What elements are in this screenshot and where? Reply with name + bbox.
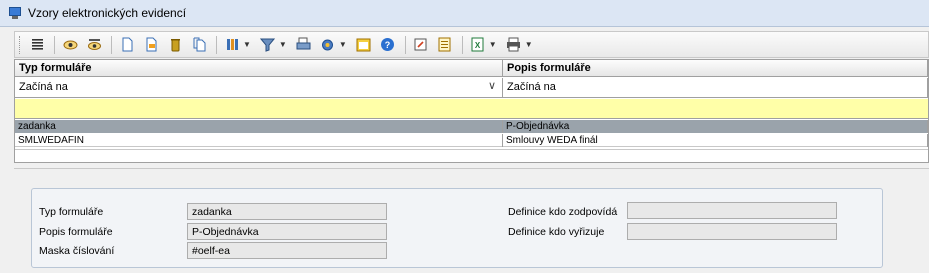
- toolbar-separator: [404, 35, 406, 54]
- chevron-down-icon[interactable]: ∨: [488, 79, 496, 92]
- grid-divider: [15, 149, 928, 150]
- detail-panel: Typ formuláře zadanka Popis formuláře P-…: [14, 168, 929, 273]
- export-excel-button[interactable]: X: [467, 34, 489, 56]
- list-view-button[interactable]: [26, 34, 48, 56]
- svg-text:?: ?: [385, 40, 391, 50]
- responds-field[interactable]: [627, 202, 837, 219]
- chevron-down-icon[interactable]: ▼: [243, 40, 251, 49]
- toolbar-separator: [461, 35, 463, 54]
- filter-description-label: Začíná na: [507, 81, 556, 93]
- edit-icon: [414, 38, 427, 51]
- window-title-bar: Vzory elektronických evidencí: [0, 0, 929, 27]
- responds-label: Definice kdo zodpovídá: [508, 206, 618, 218]
- eye-icon: [63, 40, 77, 50]
- chevron-down-icon[interactable]: ▼: [489, 40, 497, 49]
- new-document-icon: [122, 37, 132, 52]
- chevron-down-icon[interactable]: ▼: [525, 40, 533, 49]
- print-preview-icon: [296, 37, 311, 50]
- chevron-down-icon[interactable]: ▼: [279, 40, 287, 49]
- edit-button[interactable]: [410, 34, 432, 56]
- copy-record-button[interactable]: [188, 34, 210, 56]
- settings-icon: [322, 39, 334, 51]
- calendar-icon: [356, 38, 371, 52]
- printer-icon: [507, 37, 521, 52]
- handles-label: Definice kdo vyřizuje: [508, 226, 605, 238]
- calendar-button[interactable]: [353, 34, 375, 56]
- view-button[interactable]: [59, 34, 81, 56]
- delete-record-button[interactable]: [164, 34, 186, 56]
- filter-type-select[interactable]: Začíná na ∨: [15, 78, 503, 98]
- column-header-description[interactable]: Popis formuláře: [503, 60, 928, 77]
- toolbar: ▼ ▼ ▼ ? X ▼ ▼: [14, 31, 929, 58]
- description-field[interactable]: P-Objednávka: [187, 223, 387, 240]
- list-icon: [31, 39, 43, 50]
- table-row[interactable]: zadanka P-Objednávka: [15, 120, 928, 133]
- eye-dark-icon: [87, 39, 101, 50]
- detail-group: Typ formuláře zadanka Popis formuláře P-…: [31, 188, 883, 268]
- new-record-button[interactable]: [116, 34, 138, 56]
- edit-document-icon: [146, 37, 156, 52]
- type-label: Typ formuláře: [39, 206, 104, 218]
- cell-type: SMLWEDAFIN: [15, 134, 503, 147]
- copy-document-icon: [193, 37, 205, 52]
- toolbar-separator: [54, 35, 55, 54]
- help-button[interactable]: ?: [377, 34, 399, 56]
- columns-button[interactable]: [221, 34, 243, 56]
- chevron-down-icon[interactable]: ▼: [339, 40, 347, 49]
- cell-type: zadanka: [15, 120, 503, 133]
- handles-field[interactable]: [627, 223, 837, 240]
- new-row-filter[interactable]: [15, 99, 928, 119]
- table-row[interactable]: SMLWEDAFIN Smlouvy WEDA finál: [15, 134, 928, 147]
- type-field[interactable]: zadanka: [187, 203, 387, 220]
- toolbar-separator: [216, 35, 217, 54]
- filter-type-label: Začíná na: [19, 81, 68, 93]
- svg-text:X: X: [475, 41, 481, 50]
- cell-description: P-Objednávka: [503, 120, 928, 133]
- report-button[interactable]: [434, 34, 456, 56]
- filter-button[interactable]: [257, 34, 279, 56]
- settings-button[interactable]: [317, 34, 339, 56]
- mask-label: Maska číslování: [39, 245, 115, 257]
- mask-field[interactable]: #oelf-ea: [187, 242, 387, 259]
- toolbar-separator: [111, 35, 112, 54]
- window-title: Vzory elektronických evidencí: [28, 6, 187, 20]
- view-all-button[interactable]: [83, 34, 105, 56]
- edit-record-button[interactable]: [140, 34, 162, 56]
- excel-icon: X: [471, 37, 484, 52]
- toolbar-grip[interactable]: [19, 35, 22, 54]
- filter-icon: [260, 38, 276, 52]
- description-label: Popis formuláře: [39, 226, 113, 238]
- report-icon: [438, 37, 451, 52]
- column-header-type[interactable]: Typ formuláře: [15, 60, 503, 77]
- filter-description-select[interactable]: Začíná na: [503, 78, 928, 98]
- forms-grid: Typ formuláře Popis formuláře Začíná na …: [14, 59, 929, 163]
- cell-description: Smlouvy WEDA finál: [503, 134, 928, 147]
- print-preview-button[interactable]: [293, 34, 315, 56]
- monitor-icon: [8, 6, 22, 20]
- print-button[interactable]: [503, 34, 525, 56]
- columns-icon: [226, 39, 238, 50]
- help-icon: ?: [381, 38, 395, 51]
- delete-icon: [170, 39, 180, 52]
